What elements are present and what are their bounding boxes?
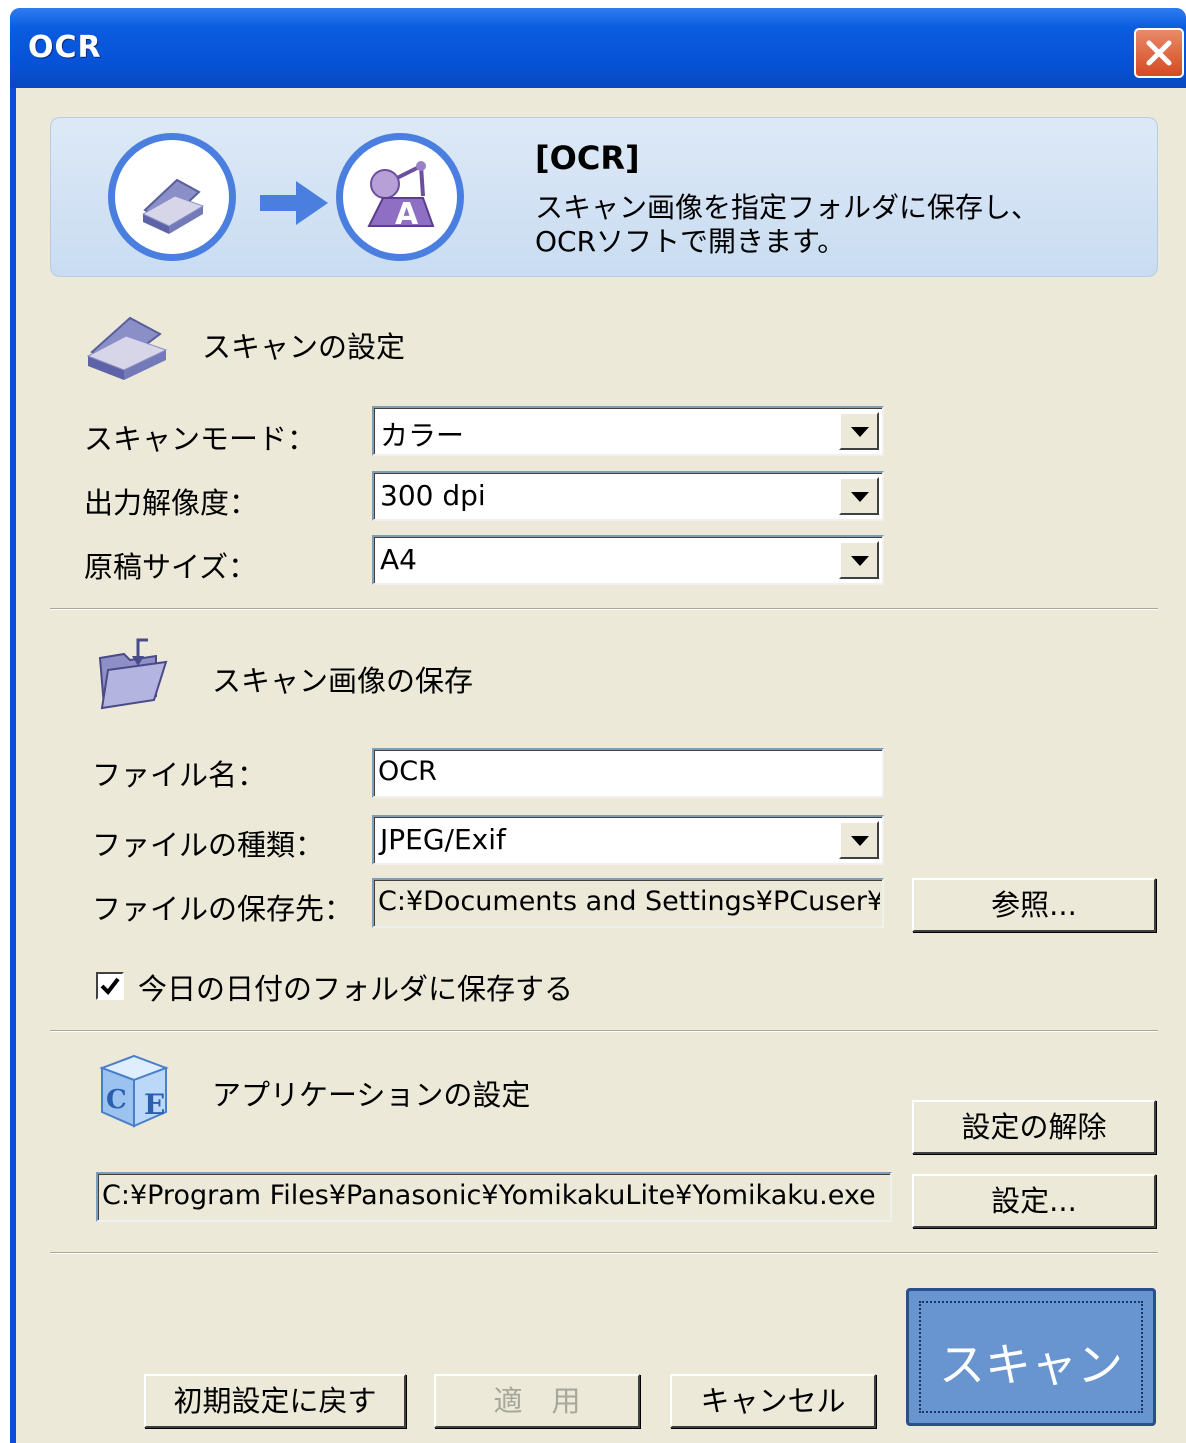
window-title: OCR (28, 30, 102, 65)
dialog-body: A [OCR] スキャン画像を指定フォルダに保存し、 OCRソフトで開きます。 … (16, 88, 1186, 1443)
document-size-dropdown[interactable]: A4 (372, 535, 884, 585)
banner-description-line1: スキャン画像を指定フォルダに保存し、 (535, 191, 1040, 224)
cancel-button[interactable]: キャンセル (670, 1374, 876, 1428)
save-settings-heading: スキャン画像の保存 (212, 664, 474, 698)
application-path-value: C:¥Program Files¥Panasonic¥YomikakuLite¥… (102, 1180, 876, 1211)
apply-button[interactable]: 適 用 (434, 1374, 640, 1428)
application-path-field[interactable]: C:¥Program Files¥Panasonic¥YomikakuLite¥… (96, 1172, 892, 1222)
arrow-right-icon (260, 181, 328, 225)
document-size-label: 原稿サイズ： (84, 550, 258, 584)
destination-label: ファイルの保存先： (92, 892, 354, 926)
set-application-button[interactable]: 設定... (912, 1174, 1156, 1228)
scanner-circle-icon (108, 133, 236, 261)
clear-settings-button[interactable]: 設定の解除 (912, 1100, 1156, 1154)
filetype-value: JPEG/Exif (380, 823, 506, 856)
close-icon (1146, 40, 1172, 66)
ocr-dialog-window: OCR A [OCR] スキャン画像を指定フォルダに保存し、 OCRソフトで開き… (10, 8, 1186, 1443)
header-banner: A [OCR] スキャン画像を指定フォルダに保存し、 OCRソフトで開きます。 (50, 117, 1158, 277)
scanner-icon (141, 178, 205, 234)
svg-text:C: C (106, 1085, 127, 1115)
checkmark-icon (100, 977, 120, 996)
scan-mode-label: スキャンモード： (84, 422, 317, 456)
filename-input[interactable]: OCR (372, 748, 884, 798)
destination-path-value: C:¥Documents and Settings¥PCuser¥ (378, 886, 880, 917)
divider (50, 1030, 1158, 1032)
divider (50, 1252, 1158, 1254)
date-folder-label[interactable]: 今日の日付のフォルダに保存する (138, 966, 573, 1008)
app-settings-heading: アプリケーションの設定 (212, 1078, 531, 1112)
svg-text:A: A (395, 197, 419, 232)
reset-defaults-button[interactable]: 初期設定に戻す (144, 1374, 406, 1428)
scan-button[interactable]: スキャン (906, 1288, 1156, 1426)
scan-button-label: スキャン (939, 1338, 1123, 1392)
filename-value: OCR (378, 756, 437, 787)
close-button[interactable] (1134, 28, 1184, 78)
date-folder-checkbox[interactable] (96, 972, 124, 1000)
chevron-down-icon[interactable] (839, 541, 879, 579)
scan-mode-value: カラー (380, 419, 465, 452)
banner-description: スキャン画像を指定フォルダに保存し、 OCRソフトで開きます。 (535, 191, 1135, 259)
resolution-label: 出力解像度： (84, 486, 259, 520)
scan-mode-dropdown[interactable]: カラー (372, 406, 884, 456)
browse-button[interactable]: 参照... (912, 878, 1156, 932)
chevron-down-icon[interactable] (839, 412, 879, 450)
filetype-label: ファイルの種類： (92, 828, 325, 862)
resolution-dropdown[interactable]: 300 dpi (372, 471, 884, 521)
banner-description-line2: OCRソフトで開きます。 (535, 225, 846, 258)
divider (50, 608, 1158, 610)
filename-label: ファイル名： (92, 758, 267, 792)
scanner-section-icon (86, 316, 168, 380)
folder-save-icon (98, 638, 168, 710)
resolution-value: 300 dpi (380, 479, 486, 512)
banner-title: [OCR] (535, 139, 640, 177)
svg-text:E: E (144, 1088, 165, 1121)
application-cube-icon: C E (99, 1054, 169, 1128)
destination-path-field[interactable]: C:¥Documents and Settings¥PCuser¥ (372, 878, 884, 928)
ocr-robot-icon: A (367, 161, 435, 232)
chevron-down-icon[interactable] (839, 477, 879, 515)
scan-settings-heading: スキャンの設定 (202, 330, 406, 364)
document-size-value: A4 (380, 543, 417, 576)
ocr-circle-icon: A (336, 133, 464, 261)
filetype-dropdown[interactable]: JPEG/Exif (372, 815, 884, 865)
chevron-down-icon[interactable] (839, 821, 879, 859)
title-bar[interactable]: OCR (10, 8, 1186, 88)
